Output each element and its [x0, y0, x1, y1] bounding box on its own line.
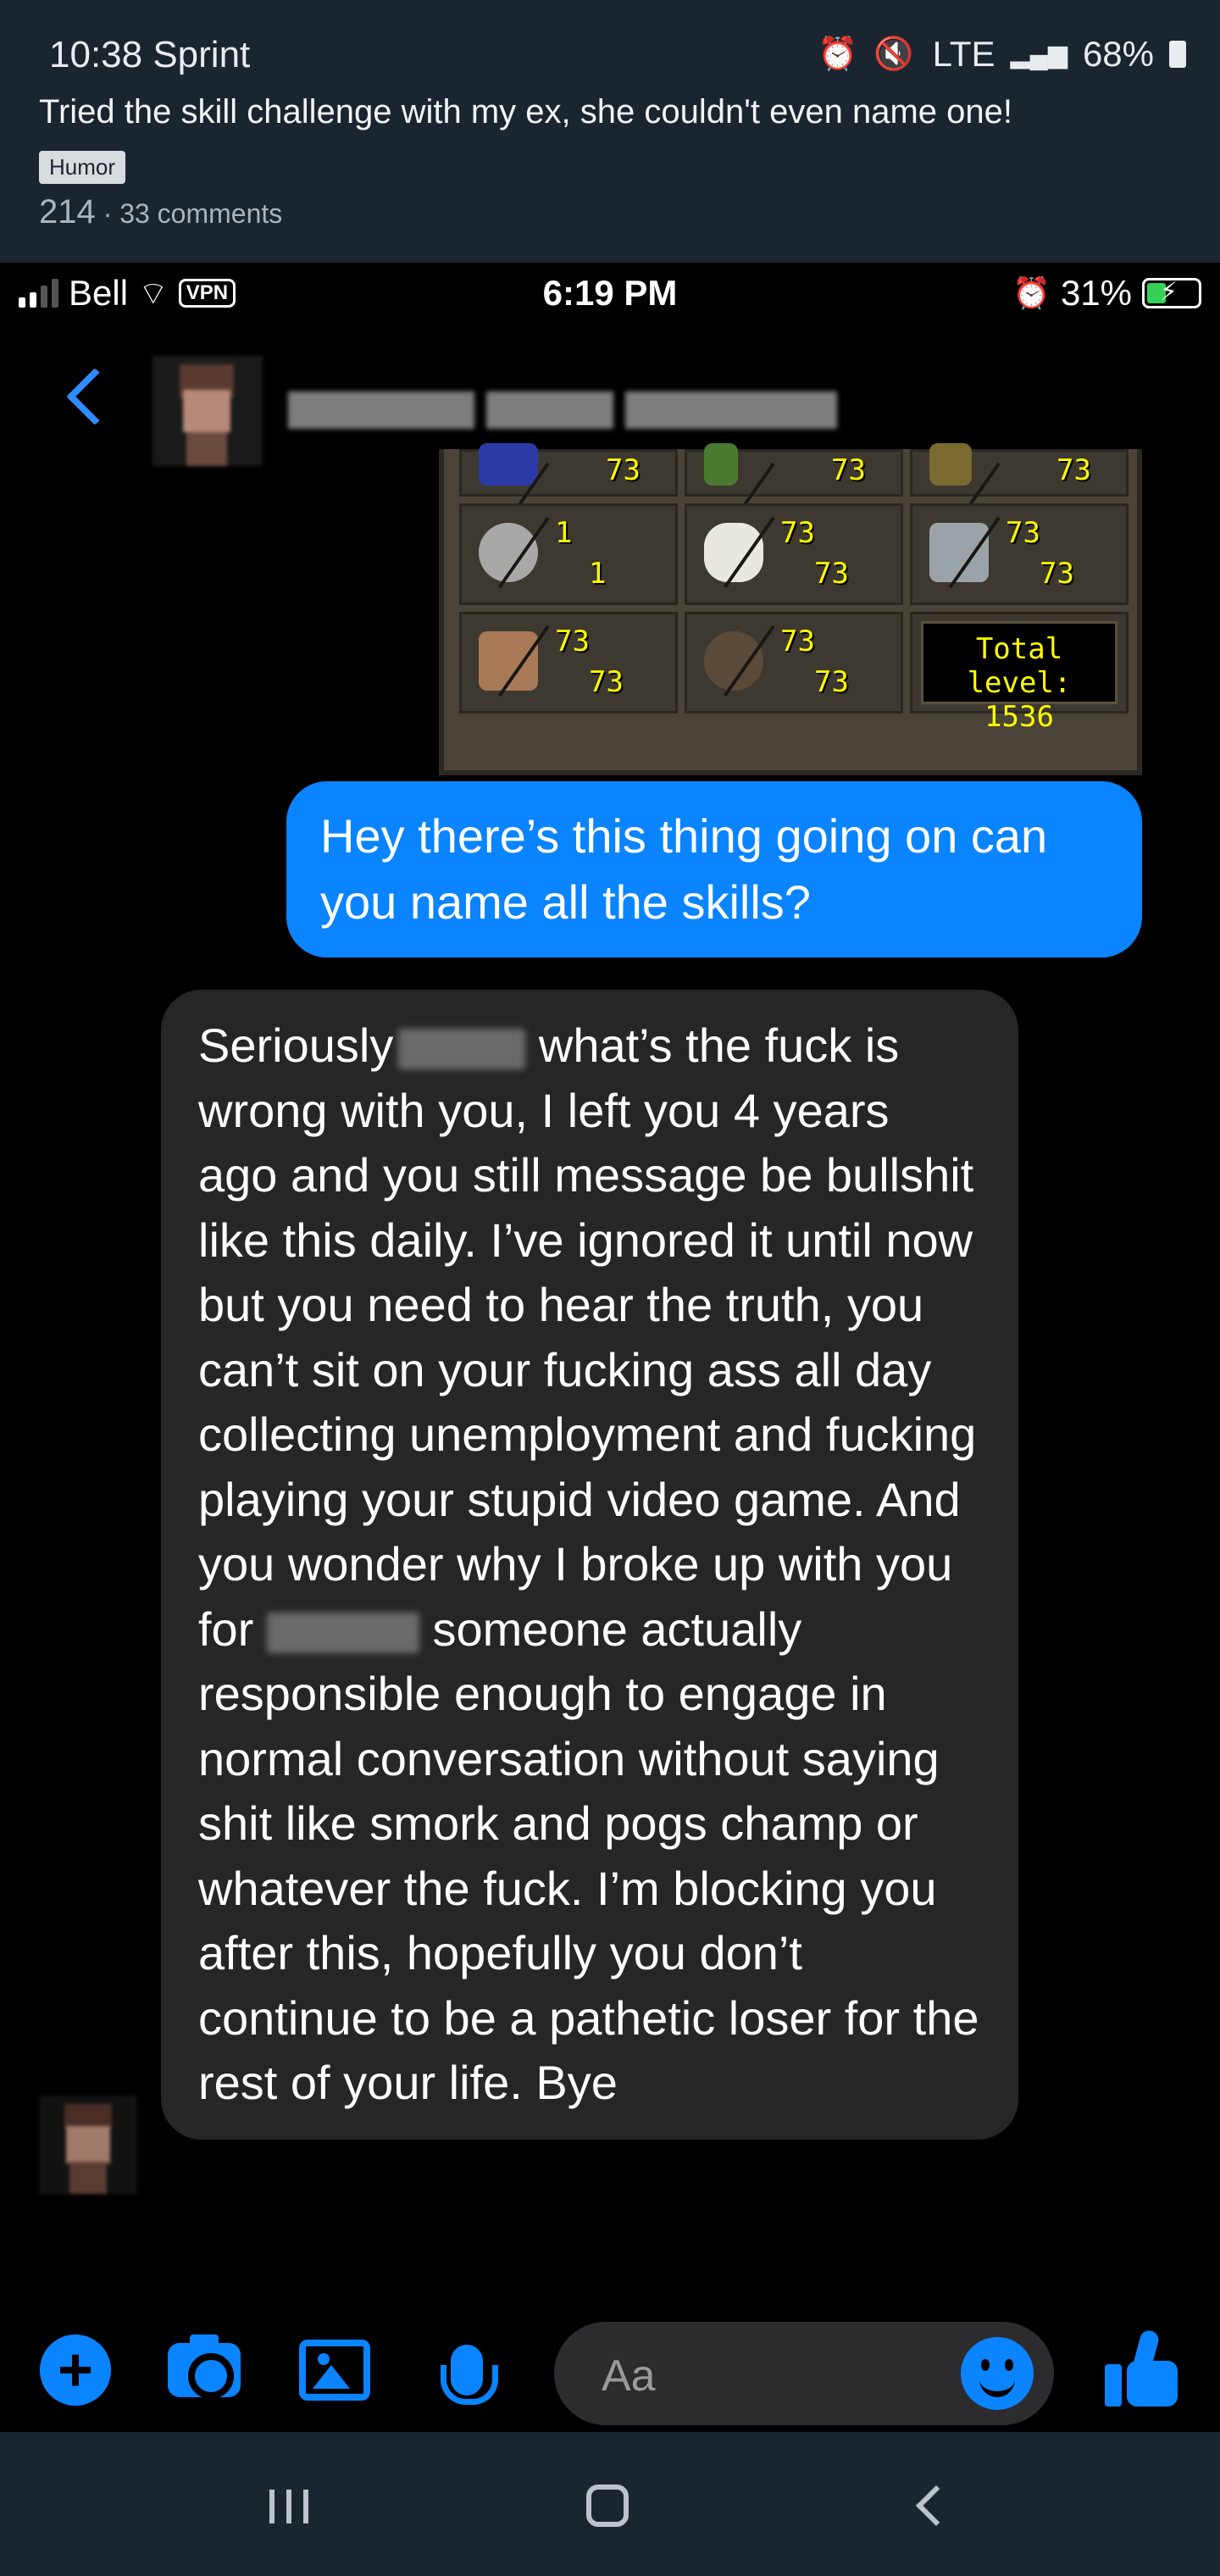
outer-status-icons: ⏰ 🔇 LTE ▂▄▆ 68%: [818, 34, 1186, 75]
skills-panel-image: 73 73 73 1 1 73 73 73 73 73 73 73 73 Tot…: [439, 443, 1142, 775]
skill-current-level: 73: [1006, 516, 1040, 550]
redacted-name: [266, 1612, 419, 1653]
skill-cell: 1 1: [459, 503, 678, 605]
incoming-message[interactable]: Seriously what’s the fuck is wrong with …: [161, 990, 1018, 2140]
skill-cell: 73 73: [459, 612, 678, 713]
skill-cell: 73: [459, 443, 678, 535]
back-chevron-icon[interactable]: [59, 364, 107, 432]
wizard-hat-icon: [479, 443, 538, 486]
image-icon: [299, 2340, 370, 2401]
skill-current-level: 73: [780, 516, 815, 550]
total-level-box: Total level: 1536: [921, 621, 1117, 734]
system-nav-bar: [0, 2432, 1220, 2576]
battery-icon: [1169, 41, 1186, 68]
meta-separator: ·: [95, 198, 120, 229]
total-level-label: Total level:: [967, 632, 1072, 700]
thumbs-up-icon[interactable]: [1101, 2327, 1186, 2412]
messenger-screenshot: Bell ⌔ VPN 6:19 PM ⏰ 31% ⚡ 73 73 73 1 1 …: [0, 263, 1220, 2432]
total-level-cell: Total level: 1536: [910, 612, 1128, 734]
skill-max-level: 73: [589, 665, 624, 699]
back-icon[interactable]: [915, 2484, 957, 2527]
inner-battery-percent: 31%: [1060, 273, 1132, 313]
inner-battery: ⏰ 31% ⚡: [1012, 273, 1201, 314]
skill-cell: 73 73: [685, 503, 903, 605]
outer-battery-percent: 68%: [1082, 34, 1154, 74]
skill-current-level: 73: [555, 625, 590, 658]
skill-cell: 73: [910, 443, 1128, 535]
comments-link[interactable]: 33 comments: [119, 198, 282, 229]
post-flair[interactable]: Humor: [39, 151, 126, 184]
message-text: someone actually responsible enough to e…: [198, 1602, 979, 2110]
microphone-icon: [441, 2345, 498, 2405]
post-meta: 214 · 33 comments: [39, 193, 282, 231]
network-label: LTE: [932, 34, 995, 74]
skill-max-level: 1: [589, 557, 607, 591]
recents-icon[interactable]: [269, 2490, 308, 2523]
total-level-value: 1536: [984, 700, 1054, 734]
camera-button[interactable]: [166, 2332, 242, 2408]
skill-max-level: 73: [814, 665, 849, 699]
add-button[interactable]: +: [37, 2332, 114, 2408]
conversation-header: [0, 330, 1220, 466]
plus-icon: +: [40, 2334, 111, 2406]
signal-icon: ▂▄▆: [1010, 40, 1068, 69]
emoji-icon[interactable]: [961, 2337, 1034, 2410]
gallery-button[interactable]: [297, 2332, 373, 2408]
skill-max-level: 73: [1056, 453, 1091, 487]
outgoing-message[interactable]: Hey there’s this thing going on can you …: [286, 781, 1142, 958]
fletching-icon: [704, 443, 738, 486]
skill-max-level: 73: [606, 453, 640, 487]
home-icon[interactable]: [586, 2484, 629, 2527]
contact-avatar[interactable]: [152, 356, 263, 466]
farming-icon: [929, 443, 972, 486]
skill-max-level: 73: [814, 557, 849, 591]
alarm-icon: ⏰: [1012, 275, 1051, 310]
message-text: Seriously: [198, 1019, 394, 1072]
post-score: 214: [39, 193, 96, 230]
reddit-post-header: 10:38 Sprint ⏰ 🔇 LTE ▂▄▆ 68% Tried the s…: [0, 0, 1220, 263]
skill-cell: 73 73: [910, 503, 1128, 605]
message-composer: + Aa: [0, 2296, 1220, 2432]
message-input[interactable]: Aa: [554, 2322, 1054, 2425]
skill-cell: 73: [685, 443, 903, 535]
sender-avatar[interactable]: [39, 2096, 137, 2194]
skill-max-level: 73: [831, 453, 866, 487]
skills-grid: 73 73 73 1 1 73 73 73 73 73 73 73 73 Tot…: [459, 443, 1128, 734]
charging-battery-icon: ⚡: [1142, 278, 1201, 308]
alarm-mute-icon: ⏰ 🔇: [818, 36, 918, 72]
inner-status-bar: Bell ⌔ VPN 6:19 PM ⏰ 31% ⚡: [0, 263, 1220, 330]
contact-name-redacted[interactable]: [288, 391, 837, 429]
skill-current-level: 73: [780, 625, 815, 658]
skill-current-level: 1: [555, 516, 573, 550]
voice-button[interactable]: [429, 2332, 505, 2408]
input-placeholder: Aa: [602, 2351, 656, 2401]
skill-max-level: 73: [1040, 557, 1074, 591]
redacted-name: [398, 1029, 526, 1070]
camera-icon: [168, 2334, 241, 2399]
outer-status-time: 10:38 Sprint: [49, 34, 251, 75]
post-title[interactable]: Tried the skill challenge with my ex, sh…: [39, 93, 1012, 131]
message-text: what’s the fuck is wrong with you, I lef…: [198, 1019, 977, 1656]
skill-cell: 73 73: [685, 612, 903, 713]
